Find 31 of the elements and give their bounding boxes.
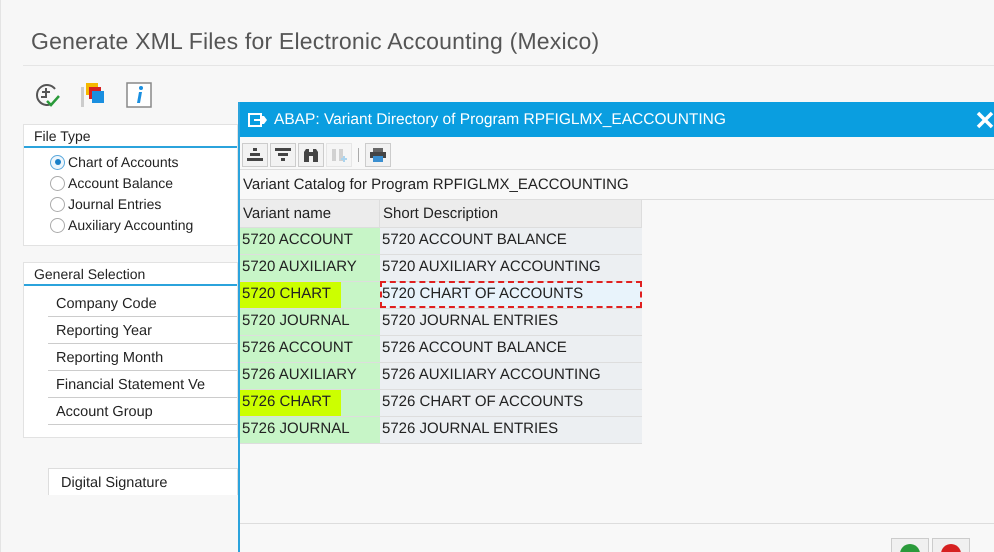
variant-name-cell[interactable]: 5720 ACCOUNT [240,227,380,254]
field-label: Reporting Month [48,344,237,371]
description-cell[interactable]: 5726 JOURNAL ENTRIES [380,416,642,443]
variant-name-cell[interactable]: 5720 CHART [240,281,380,308]
file-type-radio[interactable]: Account Balance [50,175,237,191]
description-cell[interactable]: 5720 CHART OF ACCOUNTS [380,281,642,308]
description-cell[interactable]: 5726 AUXILIARY ACCOUNTING [380,362,642,389]
variant-name-cell[interactable]: 5720 JOURNAL [240,308,380,335]
window-title: Generate XML Files for Electronic Accounting (Mexico) [31,28,600,55]
variant-name-cell[interactable]: 5726 ACCOUNT [240,335,380,362]
field-label: Reporting Year [48,317,237,344]
column-header: Variant name [240,200,380,227]
variant-name-cell[interactable]: 5726 AUXILIARY [240,362,380,389]
group-title: General Selection [24,263,237,286]
group-title: File Type [24,125,237,148]
field-label: Account Group [48,398,237,425]
dialog-title: ABAP: Variant Directory of Program RPFIGLMX_EACCOUNTING [274,110,727,128]
variant-name-cell[interactable]: 5726 CHART [240,389,380,416]
file-type-radio[interactable]: Chart of Accounts [50,154,237,170]
description-cell[interactable]: 5720 JOURNAL ENTRIES [380,308,642,335]
description-cell[interactable]: 5726 ACCOUNT BALANCE [380,335,642,362]
field-label: Financial Statement Ve [48,371,237,398]
description-cell[interactable]: 5726 CHART OF ACCOUNTS [380,389,642,416]
description-cell[interactable]: 5720 AUXILIARY ACCOUNTING [380,254,642,281]
description-cell[interactable]: 5720 ACCOUNT BALANCE [380,227,642,254]
variant-name-cell[interactable]: 5720 AUXILIARY [240,254,380,281]
file-type-radio[interactable]: Auxiliary Accounting [50,217,237,233]
variant-name-cell[interactable]: 5726 JOURNAL [240,416,380,443]
file-type-radio[interactable]: Journal Entries [50,196,237,212]
column-header: Short Description [380,200,642,227]
field-label: Company Code [48,290,237,317]
